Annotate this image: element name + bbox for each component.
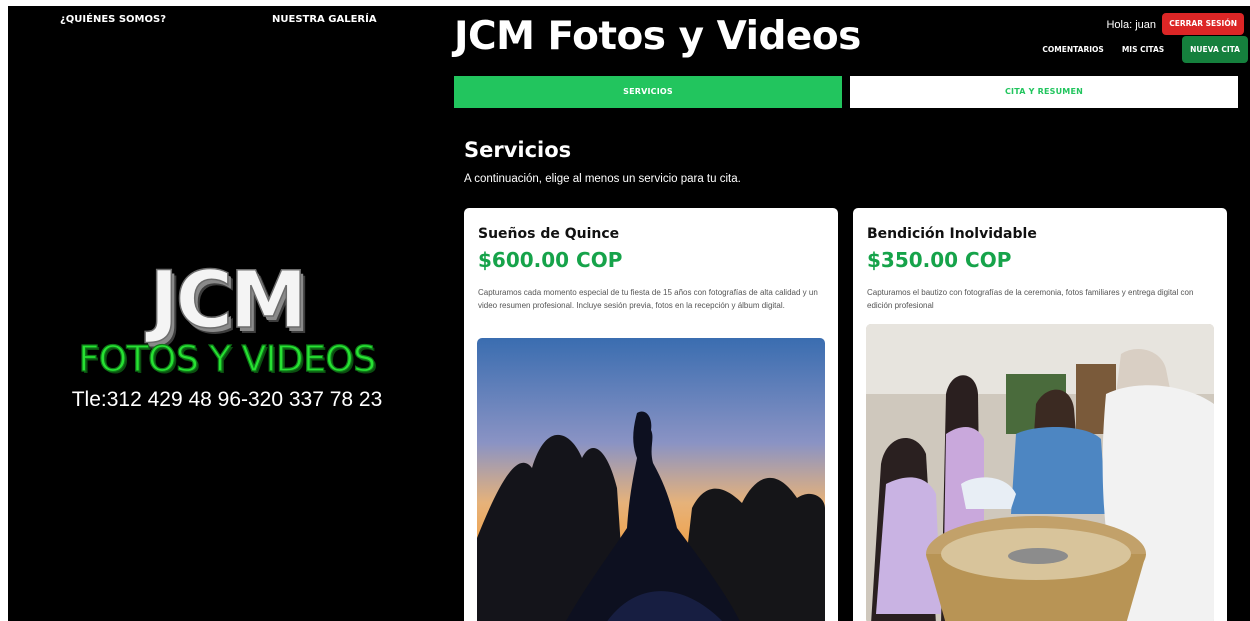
main-panel: JCM Fotos y Videos Hola: juan CERRAR SES…	[454, 6, 1250, 621]
nav-about-link[interactable]: ¿QUIÉNES SOMOS?	[60, 14, 166, 25]
nav-gallery-link[interactable]: NUESTRA GALERÍA	[272, 14, 377, 25]
service-name: Bendición Inolvidable	[867, 226, 1037, 242]
user-greeting: Hola: juan	[1106, 19, 1156, 31]
service-card[interactable]: Bendición Inolvidable $350.00 COP Captur…	[853, 208, 1227, 621]
service-price: $350.00 COP	[867, 248, 1012, 272]
comments-link[interactable]: COMENTARIOS	[1042, 45, 1103, 54]
service-description: Capturamos cada momento especial de tu f…	[478, 288, 818, 310]
section-description: A continuación, elige al menos un servic…	[464, 173, 741, 185]
app-frame: ¿QUIÉNES SOMOS? NUESTRA GALERÍA JCM FOTO…	[8, 6, 1250, 621]
header-nav: COMENTARIOS MIS CITAS NUEVA CITA	[1042, 36, 1248, 63]
tab-cita-resumen[interactable]: CITA Y RESUMEN	[850, 76, 1238, 108]
logout-button[interactable]: CERRAR SESIÓN	[1162, 13, 1244, 35]
service-description: Capturamos el bautizo con fotografías de…	[867, 288, 1194, 310]
quinceanera-photo	[477, 338, 825, 621]
left-panel: ¿QUIÉNES SOMOS? NUESTRA GALERÍA JCM FOTO…	[8, 6, 446, 621]
service-card[interactable]: Sueños de Quince $600.00 COP Capturamos …	[464, 208, 838, 621]
section-title: Servicios	[464, 138, 572, 162]
service-price: $600.00 COP	[478, 248, 623, 272]
logo-phone-text: Tle:312 429 48 96-320 337 78 23	[71, 388, 383, 411]
logo-jcm-text: JCM	[149, 256, 308, 346]
logo-fotos-videos-text: FOTOS Y VIDEOS	[78, 339, 377, 380]
service-name: Sueños de Quince	[478, 226, 620, 242]
tab-servicios[interactable]: SERVICIOS	[454, 76, 842, 108]
my-appointments-link[interactable]: MIS CITAS	[1122, 45, 1164, 54]
brand-logo: JCM FOTOS Y VIDEOS Tle:312 429 48 96-320…	[8, 256, 446, 420]
new-appointment-button[interactable]: NUEVA CITA	[1182, 36, 1248, 63]
baptism-photo	[866, 324, 1214, 621]
step-tabs: SERVICIOS CITA Y RESUMEN	[454, 76, 1238, 108]
site-title: JCM Fotos y Videos	[454, 14, 861, 59]
